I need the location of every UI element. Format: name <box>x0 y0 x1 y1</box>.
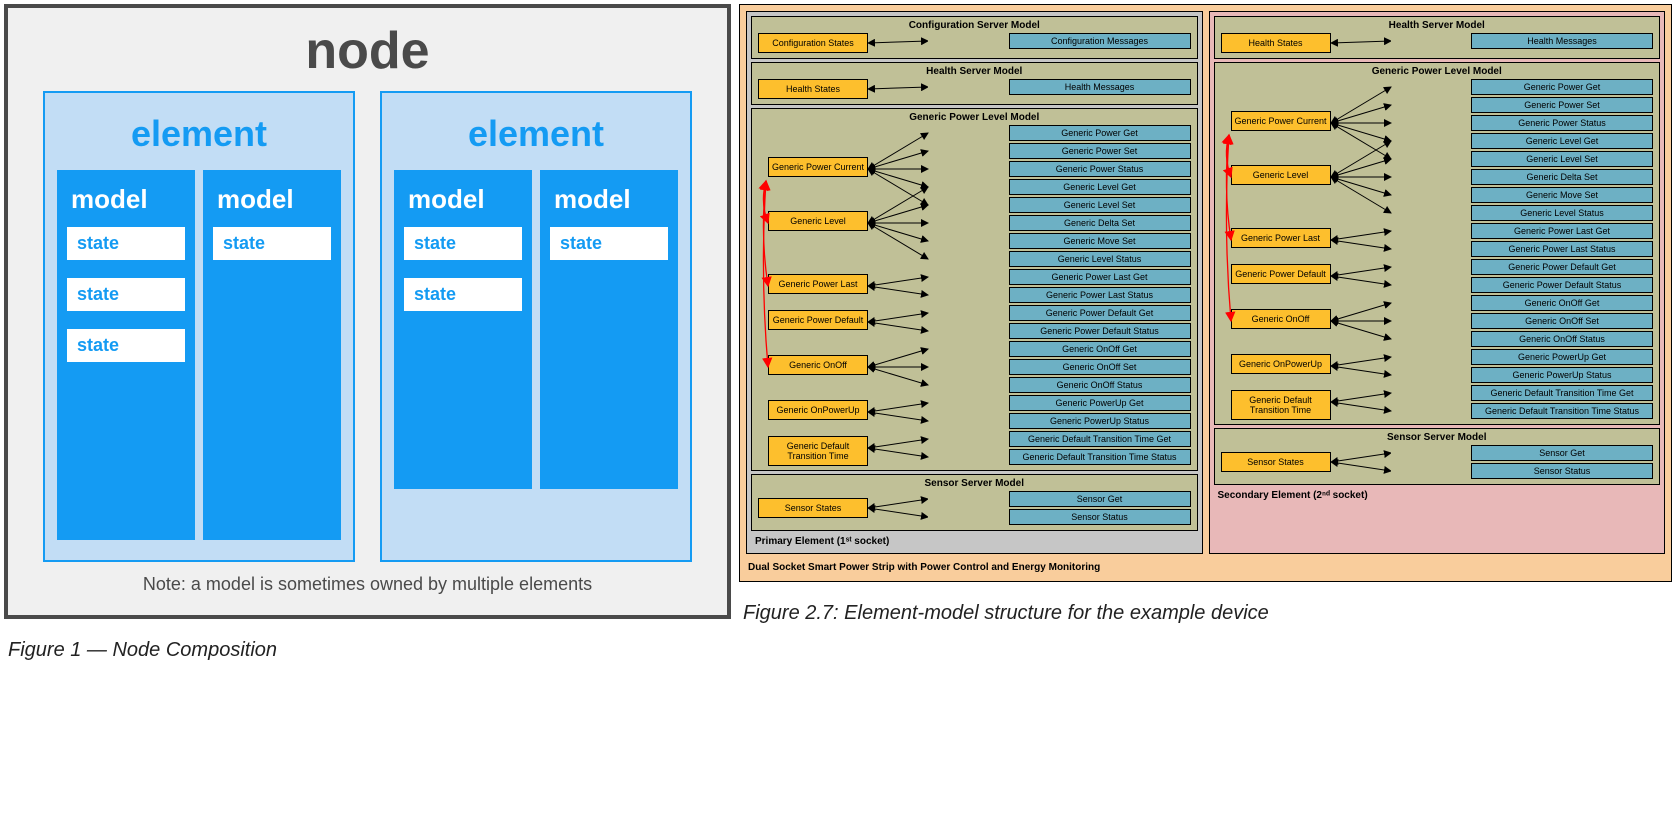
message-label: Sensor Status <box>1471 463 1653 479</box>
model-group: Sensor Server Model Sensor States Sensor G… <box>1214 428 1661 485</box>
message-label: Health Messages <box>1009 79 1191 95</box>
message-label: Health Messages <box>1471 33 1653 49</box>
state-box: state <box>213 227 331 260</box>
primary-element: Configuration Server ModelConfiguration … <box>746 11 1203 554</box>
message-label: Sensor Get <box>1471 445 1653 461</box>
model-group-title: Sensor Server Model <box>1221 432 1654 445</box>
model-group: Sensor Server Model Sensor States Sensor G… <box>751 474 1198 531</box>
figure-2-panel: Configuration Server ModelConfiguration … <box>735 0 1676 831</box>
model-title: model <box>213 180 331 227</box>
element-box: elementmodelstatestatestatemodelstate <box>43 91 355 562</box>
state-label: Sensor States <box>1221 452 1331 472</box>
secondary-element: Health Server ModelHealth States Health M… <box>1209 11 1666 554</box>
figure-2-caption: Figure 2.7: Element-model structure for … <box>735 586 1676 641</box>
element-title: element <box>57 105 341 170</box>
model-box: modelstatestatestate <box>57 170 195 540</box>
element-title: element <box>394 105 678 170</box>
element-box: elementmodelstatestatemodelstate <box>380 91 692 562</box>
state-box: state <box>404 227 522 260</box>
power-level-group: Generic Power Level ModelGeneric Power C… <box>1214 62 1661 425</box>
model-group-title: Health Server Model <box>758 66 1191 79</box>
state-label: Configuration States <box>758 33 868 53</box>
message-label: Configuration Messages <box>1009 33 1191 49</box>
model-group: Health Server ModelHealth States Health M… <box>1214 16 1661 59</box>
model-group-title: Generic Power Level Model <box>758 112 1191 125</box>
state-label: Sensor States <box>758 498 868 518</box>
message-label: Sensor Get <box>1009 491 1191 507</box>
primary-element-label: Primary Element (1ˢᵗ socket) <box>751 534 1198 549</box>
model-group-title: Sensor Server Model <box>758 478 1191 491</box>
node-box: node elementmodelstatestatestatemodelsta… <box>4 4 731 619</box>
secondary-element-label: Secondary Element (2ⁿᵈ socket) <box>1214 488 1661 503</box>
state-box: state <box>67 278 185 311</box>
model-title: model <box>67 180 185 227</box>
model-title: model <box>404 180 522 227</box>
device-label: Dual Socket Smart Power Strip with Power… <box>746 560 1665 575</box>
state-label: Health States <box>758 79 868 99</box>
figure-1-panel: node elementmodelstatestatestatemodelsta… <box>0 0 735 831</box>
state-box: state <box>67 227 185 260</box>
model-title: model <box>550 180 668 227</box>
model-group: Health Server ModelHealth States Health M… <box>751 62 1198 105</box>
node-note: Note: a model is sometimes owned by mult… <box>43 562 692 595</box>
device-box: Configuration Server ModelConfiguration … <box>739 4 1672 582</box>
message-label: Sensor Status <box>1009 509 1191 525</box>
model-group-title: Health Server Model <box>1221 20 1654 33</box>
node-title: node <box>43 16 692 91</box>
model-group-title: Configuration Server Model <box>758 20 1191 33</box>
model-group: Configuration Server ModelConfiguration … <box>751 16 1198 59</box>
figure-1-caption: Figure 1 — Node Composition <box>0 623 735 678</box>
model-box: modelstatestate <box>394 170 532 489</box>
model-box: modelstate <box>540 170 678 489</box>
model-box: modelstate <box>203 170 341 540</box>
model-group-title: Generic Power Level Model <box>1221 66 1654 79</box>
state-label: Health States <box>1221 33 1331 53</box>
state-box: state <box>550 227 668 260</box>
power-level-group: Generic Power Level ModelGeneric Power C… <box>751 108 1198 471</box>
state-box: state <box>404 278 522 311</box>
state-box: state <box>67 329 185 362</box>
